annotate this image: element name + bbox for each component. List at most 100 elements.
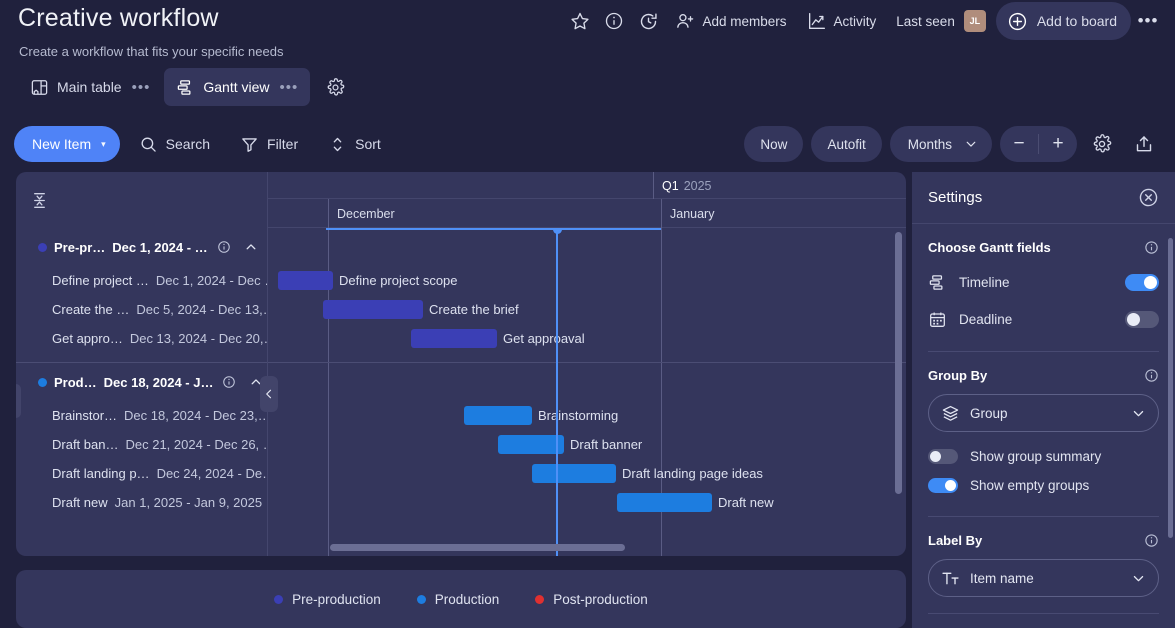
task-name: Draft new — [52, 495, 108, 510]
field-timeline: Timeline — [928, 266, 1159, 298]
month-label: January — [670, 207, 714, 221]
group-collapse-chevron-icon[interactable] — [244, 240, 258, 254]
refresh-history-icon — [638, 11, 659, 32]
chevron-down-icon — [964, 137, 978, 151]
filter-icon — [240, 135, 259, 154]
toggle-knob — [1127, 313, 1140, 326]
autofit-button[interactable]: Autofit — [811, 126, 881, 162]
now-button[interactable]: Now — [744, 126, 803, 162]
group-header[interactable]: Pre-pr…Dec 1, 2024 - … — [16, 228, 268, 266]
task-row[interactable]: Create the …Dec 5, 2024 - Dec 13,… — [16, 295, 268, 324]
gantt-icon — [176, 78, 195, 97]
legend-color-dot — [274, 595, 283, 604]
group-by-select[interactable]: Group — [928, 394, 1159, 432]
export-button[interactable] — [1127, 127, 1161, 161]
task-row[interactable]: Draft newJan 1, 2025 - Jan 9, 2025 — [16, 488, 268, 517]
show-empty-groups-row[interactable]: Show empty groups — [928, 471, 1159, 500]
zoom-in-button[interactable]: + — [1039, 126, 1077, 162]
gantt-bar-label: Define project scope — [333, 271, 458, 290]
sort-button[interactable]: Sort — [317, 127, 392, 161]
add-to-board-label: Add to board — [1037, 13, 1117, 29]
settings-scrollbar[interactable] — [1168, 238, 1173, 538]
collapse-task-list-handle[interactable] — [260, 376, 278, 412]
last-seen-button[interactable]: Last seen JL — [886, 4, 996, 38]
gantt-bar[interactable] — [498, 435, 564, 454]
task-dates: Dec 5, 2024 - Dec 13,… — [136, 302, 268, 317]
task-name: Define project … — [52, 273, 149, 288]
task-name: Brainstor… — [52, 408, 117, 423]
tab-main-table-menu[interactable]: ••• — [132, 79, 151, 96]
new-item-button[interactable]: New Item ▾ — [14, 126, 120, 162]
group-name: Pre-pr… — [54, 240, 105, 255]
quarter-label: Q1 — [662, 179, 679, 193]
close-settings-button[interactable] — [1138, 187, 1159, 208]
gantt-bar[interactable] — [617, 493, 712, 512]
task-row[interactable]: Brainstor…Dec 18, 2024 - Dec 23,… — [16, 401, 268, 430]
activity-log-button[interactable] — [631, 4, 665, 38]
task-row[interactable]: Draft landing p…Dec 24, 2024 - De… — [16, 459, 268, 488]
tabs-settings-button[interactable] — [318, 70, 352, 104]
gantt-quarter-row: Q1 2025 — [268, 172, 906, 199]
main-table-icon — [30, 78, 49, 97]
search-button[interactable]: Search — [128, 127, 221, 161]
field-timeline-toggle[interactable] — [1125, 274, 1159, 291]
section-header: Choose Gantt fields — [928, 240, 1159, 255]
quarter-year: 2025 — [684, 179, 712, 193]
gantt-bar[interactable] — [532, 464, 616, 483]
settings-title: Settings — [928, 189, 982, 206]
label-by-select[interactable]: Item name — [928, 559, 1159, 597]
task-row[interactable]: Get appro…Dec 13, 2024 - Dec 20,… — [16, 324, 268, 353]
toggle-knob — [1144, 276, 1157, 289]
search-icon — [139, 135, 158, 154]
field-deadline-toggle[interactable] — [1125, 311, 1159, 328]
favorite-button[interactable] — [563, 4, 597, 38]
timeline-vertical-scrollbar[interactable] — [895, 232, 902, 494]
info-circle-icon[interactable] — [1144, 533, 1159, 548]
group-info-icon[interactable] — [217, 240, 231, 254]
info-circle-icon[interactable] — [1144, 368, 1159, 383]
filter-button[interactable]: Filter — [229, 127, 309, 161]
gantt-bar[interactable] — [411, 329, 497, 348]
timeline-horizontal-scrollbar[interactable] — [330, 544, 625, 551]
collapse-all-icon[interactable] — [30, 191, 49, 210]
task-row[interactable]: Draft ban…Dec 21, 2024 - Dec 26, … — [16, 430, 268, 459]
gantt-settings-button[interactable] — [1085, 127, 1119, 161]
add-members-button[interactable]: Add members — [665, 4, 796, 38]
legend-item: Post-production — [535, 592, 648, 607]
info-circle-icon[interactable] — [1144, 240, 1159, 255]
gantt-toolbar: New Item ▾ Search Filter Sort Now Autofi… — [0, 118, 1175, 170]
group-info-icon[interactable] — [222, 375, 236, 389]
add-to-board-button[interactable]: Add to board — [996, 2, 1131, 40]
legend-item: Production — [417, 592, 500, 607]
zoom-out-button[interactable]: − — [1000, 126, 1038, 162]
gantt-bar[interactable] — [323, 300, 423, 319]
show-group-summary-toggle[interactable] — [928, 449, 958, 464]
star-icon — [570, 11, 590, 31]
tab-gantt-view[interactable]: Gantt view ••• — [164, 68, 310, 106]
task-dates: Dec 13, 2024 - Dec 20,… — [130, 331, 268, 346]
gantt-bar-label: Draft new — [712, 493, 774, 512]
gantt-bar[interactable] — [278, 271, 333, 290]
collapse-left-panel-handle[interactable] — [16, 384, 21, 418]
show-empty-groups-toggle[interactable] — [928, 478, 958, 493]
group-header[interactable]: Prod…Dec 18, 2024 - J… — [16, 363, 268, 401]
board-info-button[interactable] — [597, 4, 631, 38]
section-group-by: Group By Group Show group sum — [912, 352, 1175, 500]
chevron-down-icon[interactable]: ▾ — [99, 139, 120, 150]
zoom-level-select[interactable]: Months — [890, 126, 992, 162]
gantt-bar[interactable] — [464, 406, 532, 425]
task-row[interactable]: Define project …Dec 1, 2024 - Dec … — [16, 266, 268, 295]
add-person-icon — [675, 11, 695, 31]
section-title: Choose Gantt fields — [928, 240, 1051, 255]
board-header: Creative workflow — [0, 0, 1175, 64]
tab-main-table[interactable]: Main table ••• — [18, 68, 162, 106]
tab-gantt-view-menu[interactable]: ••• — [280, 79, 299, 96]
activity-button[interactable]: Activity — [797, 4, 887, 38]
month-cell: January — [661, 199, 906, 228]
show-group-summary-row[interactable]: Show group summary — [928, 442, 1159, 471]
group-dates: Dec 18, 2024 - J… — [104, 375, 214, 390]
board-more-menu-button[interactable]: ••• — [1131, 4, 1165, 38]
month-label: December — [337, 207, 395, 221]
section-title: Label By — [928, 533, 982, 548]
gear-icon — [1092, 134, 1112, 154]
